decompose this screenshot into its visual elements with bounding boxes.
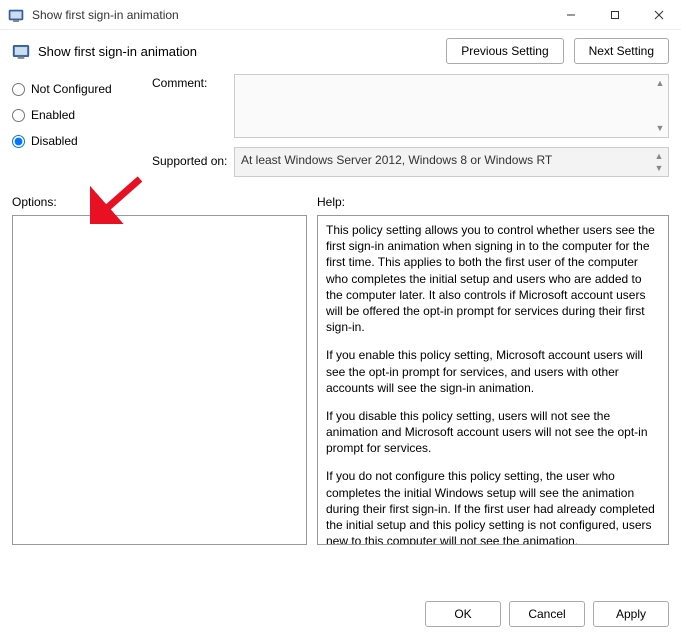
help-paragraph: If you do not configure this policy sett… — [326, 468, 660, 545]
content-area: Show first sign-in animation Previous Se… — [0, 30, 681, 177]
options-label: Options: — [12, 195, 307, 209]
radio-input-disabled[interactable] — [12, 135, 25, 148]
comment-label: Comment: — [152, 76, 234, 146]
ok-button[interactable]: OK — [425, 601, 501, 627]
help-panel: Help: This policy setting allows you to … — [317, 195, 669, 545]
radio-label-disabled[interactable]: Disabled — [31, 134, 78, 148]
supported-on-label: Supported on: — [152, 154, 234, 168]
radio-enabled[interactable]: Enabled — [12, 102, 152, 128]
apply-button[interactable]: Apply — [593, 601, 669, 627]
window-title: Show first sign-in animation — [32, 8, 179, 22]
help-paragraph: This policy setting allows you to contro… — [326, 222, 660, 335]
policy-icon — [8, 7, 24, 23]
policy-icon — [12, 42, 30, 60]
titlebar: Show first sign-in animation — [0, 0, 681, 30]
lower-panels: Options: Help: This policy setting allow… — [0, 195, 681, 545]
comment-textarea[interactable] — [234, 74, 669, 138]
field-labels: Comment: Supported on: — [152, 74, 234, 177]
scroll-up-icon[interactable]: ▲ — [653, 76, 667, 90]
state-radio-group: Not Configured Enabled Disabled — [12, 74, 152, 177]
field-values: ▲ ▼ At least Windows Server 2012, Window… — [234, 74, 669, 177]
maximize-button[interactable] — [593, 0, 637, 30]
help-paragraph: If you enable this policy setting, Micro… — [326, 347, 660, 396]
close-button[interactable] — [637, 0, 681, 30]
scroll-down-icon[interactable]: ▼ — [652, 161, 666, 175]
cancel-button[interactable]: Cancel — [509, 601, 585, 627]
header-row: Show first sign-in animation Previous Se… — [12, 38, 669, 64]
supported-on-value: At least Windows Server 2012, Windows 8 … — [241, 153, 552, 167]
options-panel: Options: — [12, 195, 307, 545]
radio-label-not-configured[interactable]: Not Configured — [31, 82, 112, 96]
footer-buttons: OK Cancel Apply — [425, 601, 669, 627]
help-paragraph: If you disable this policy setting, user… — [326, 408, 660, 457]
help-label: Help: — [317, 195, 669, 209]
setting-name: Show first sign-in animation — [38, 44, 197, 59]
previous-setting-button[interactable]: Previous Setting — [446, 38, 563, 64]
help-box: This policy setting allows you to contro… — [317, 215, 669, 545]
scroll-down-icon[interactable]: ▼ — [653, 121, 667, 135]
radio-label-enabled[interactable]: Enabled — [31, 108, 75, 122]
radio-not-configured[interactable]: Not Configured — [12, 76, 152, 102]
options-box — [12, 215, 307, 545]
radio-input-not-configured[interactable] — [12, 83, 25, 96]
minimize-button[interactable] — [549, 0, 593, 30]
radio-input-enabled[interactable] — [12, 109, 25, 122]
next-setting-button[interactable]: Next Setting — [574, 38, 669, 64]
config-area: Not Configured Enabled Disabled Comment:… — [12, 74, 669, 177]
supported-on-box: At least Windows Server 2012, Windows 8 … — [234, 147, 669, 177]
radio-disabled[interactable]: Disabled — [12, 128, 152, 154]
